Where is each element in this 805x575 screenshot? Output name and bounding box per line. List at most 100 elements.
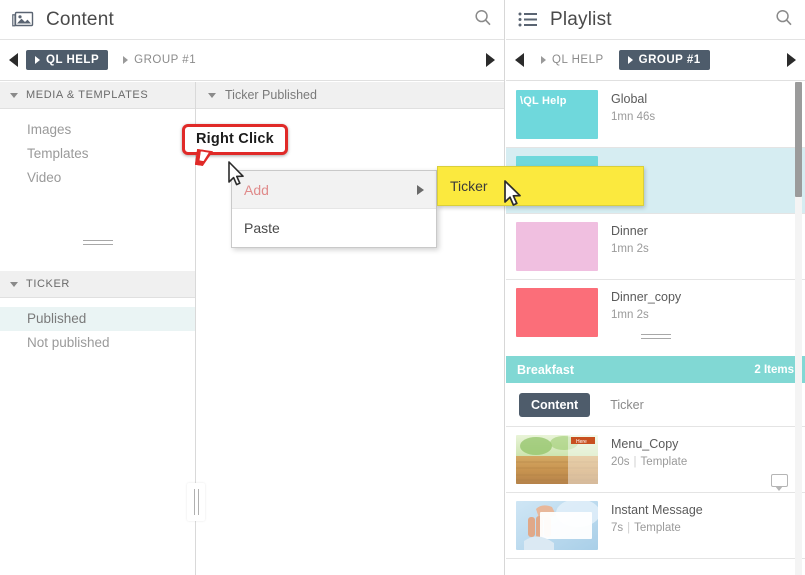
- app-root: Content QL HELP GROUP #1 MEDIA & TEMPLAT…: [0, 0, 805, 575]
- item-kind: Template: [640, 456, 688, 468]
- section-label: MEDIA & TEMPLATES: [26, 89, 149, 101]
- item-name: Global: [611, 92, 648, 106]
- item-thumbnail: Here: [516, 435, 598, 484]
- handle-line: [193, 489, 195, 515]
- item-name: Menu_Copy: [611, 437, 679, 451]
- group-name: Breakfast: [517, 362, 574, 377]
- breadcrumb-item-group-1[interactable]: GROUP #1: [618, 50, 710, 70]
- content-pane-header: Content: [0, 0, 504, 40]
- breadcrumb-prev-arrow-icon[interactable]: [515, 53, 524, 67]
- chevron-right-icon: [35, 56, 40, 64]
- playlist-scrollbar[interactable]: [794, 82, 803, 575]
- playlist-pane-title: Playlist: [550, 8, 612, 30]
- group-header-breakfast[interactable]: Breakfast 2 Items: [506, 356, 805, 383]
- list-item[interactable]: Here Menu_Copy 20s | Template: [506, 427, 805, 493]
- content-pane-title: Content: [46, 8, 114, 30]
- sidebar-item-label: Video: [27, 170, 62, 185]
- handle-line: [640, 334, 671, 335]
- panel-resize-handle[interactable]: [187, 483, 205, 521]
- breadcrumb-next-arrow-icon[interactable]: [787, 53, 796, 67]
- item-kind: Template: [634, 522, 681, 534]
- content-sidebar: MEDIA & TEMPLATES Images Templates Video: [0, 82, 196, 575]
- content-main: Ticker Published: [187, 82, 504, 575]
- item-meta: Menu_Copy 20s | Template: [598, 435, 687, 468]
- list-item[interactable]: Instant Message 7s | Template: [506, 493, 805, 559]
- handle-line: [82, 244, 113, 245]
- item-duration: 1mn 46s: [611, 111, 656, 123]
- item-thumbnail: [516, 501, 598, 550]
- sidebar-item-label: Images: [27, 122, 72, 137]
- submenu-item-label: Ticker: [450, 178, 488, 194]
- message-bubble-icon: [771, 474, 788, 491]
- sidebar-item-published[interactable]: Published: [0, 307, 195, 331]
- chevron-right-icon: [541, 56, 546, 64]
- context-menu-item-label: Paste: [244, 220, 280, 236]
- handle-line: [197, 489, 199, 515]
- item-duration-value: 20s: [611, 456, 630, 468]
- sidebar-section-ticker[interactable]: TICKER: [0, 271, 195, 298]
- separator: |: [627, 522, 631, 534]
- tab-content[interactable]: Content: [519, 393, 591, 417]
- breadcrumb-next-arrow-icon[interactable]: [486, 53, 495, 67]
- item-name: Dinner_copy: [611, 290, 682, 304]
- item-meta: Instant Message 7s | Template: [598, 501, 703, 534]
- caret-down-icon: [10, 92, 18, 98]
- content-breadcrumb: QL HELP GROUP #1: [0, 40, 504, 81]
- list-item[interactable]: Dinner 1mn 2s: [506, 214, 805, 280]
- content-columns: MEDIA & TEMPLATES Images Templates Video: [0, 82, 504, 575]
- sidebar-resize-handle[interactable]: [82, 240, 113, 249]
- search-icon[interactable]: [775, 8, 793, 31]
- item-meta: Dinner 1mn 2s: [598, 222, 649, 255]
- breadcrumb-item-group-1[interactable]: GROUP #1: [114, 50, 205, 70]
- playlist-pane-header: Playlist: [506, 0, 805, 40]
- list-icon: [518, 12, 538, 28]
- list-item[interactable]: \QL Help Global 1mn 46s: [506, 82, 805, 148]
- breadcrumb-item-ql-help[interactable]: QL HELP: [532, 50, 613, 70]
- breadcrumb-label: QL HELP: [46, 54, 100, 66]
- playlist-body: \QL Help Global 1mn 46s Dinner 1mn 2s Di…: [506, 82, 805, 575]
- sidebar-item-not-published[interactable]: Not published: [0, 331, 195, 355]
- thumbnail-label: \QL Help: [520, 95, 567, 107]
- image-icon: [12, 11, 34, 29]
- sidebar-item-templates[interactable]: Templates: [0, 142, 195, 166]
- playlist-pane: Playlist QL HELP GROUP #1 \QL Help Globa…: [506, 0, 805, 575]
- item-meta: [598, 156, 611, 163]
- content-pane: Content QL HELP GROUP #1 MEDIA & TEMPLAT…: [0, 0, 505, 575]
- scrollbar-thumb[interactable]: [795, 82, 802, 197]
- item-name: Instant Message: [611, 503, 703, 517]
- tab-label: Content: [531, 398, 579, 412]
- content-main-header[interactable]: Ticker Published: [196, 82, 504, 109]
- right-click-callout: Right Click: [182, 124, 288, 168]
- item-name: Dinner: [611, 224, 648, 238]
- item-duration: 1mn 2s: [611, 243, 649, 255]
- context-menu-item-add[interactable]: Add: [232, 171, 436, 209]
- handle-line: [640, 338, 671, 339]
- submenu-arrow-icon: [417, 184, 424, 195]
- item-thumbnail: [516, 288, 598, 337]
- context-submenu-item-ticker[interactable]: Ticker: [437, 166, 644, 206]
- sidebar-section-media-templates[interactable]: MEDIA & TEMPLATES: [0, 82, 195, 109]
- sidebar-item-label: Published: [27, 311, 87, 326]
- item-thumbnail: \QL Help: [516, 90, 598, 139]
- sidebar-item-video[interactable]: Video: [0, 166, 195, 190]
- item-thumbnail: [516, 222, 598, 271]
- breadcrumb-label: QL HELP: [552, 54, 604, 66]
- caret-down-icon: [10, 281, 18, 287]
- breadcrumb-item-ql-help[interactable]: QL HELP: [26, 50, 109, 70]
- item-duration: 1mn 2s: [611, 309, 649, 321]
- content-main-header-label: Ticker Published: [225, 88, 317, 102]
- breadcrumb-label: GROUP #1: [638, 54, 701, 66]
- playlist-resize-handle[interactable]: [640, 334, 671, 343]
- breadcrumb-prev-arrow-icon[interactable]: [9, 53, 18, 67]
- tab-ticker[interactable]: Ticker: [598, 393, 656, 417]
- ticker-list: Published Not published: [0, 298, 195, 355]
- context-menu-item-paste[interactable]: Paste: [232, 209, 436, 247]
- chevron-right-icon: [123, 56, 129, 64]
- search-icon[interactable]: [474, 8, 492, 31]
- item-meta: Global 1mn 46s: [598, 90, 655, 123]
- item-duration: 7s | Template: [611, 522, 703, 534]
- context-menu-item-label: Add: [244, 181, 269, 198]
- sidebar-item-images[interactable]: Images: [0, 118, 195, 142]
- group-item-count: 2 Items: [754, 363, 794, 376]
- item-meta: Dinner_copy 1mn 2s: [598, 288, 681, 321]
